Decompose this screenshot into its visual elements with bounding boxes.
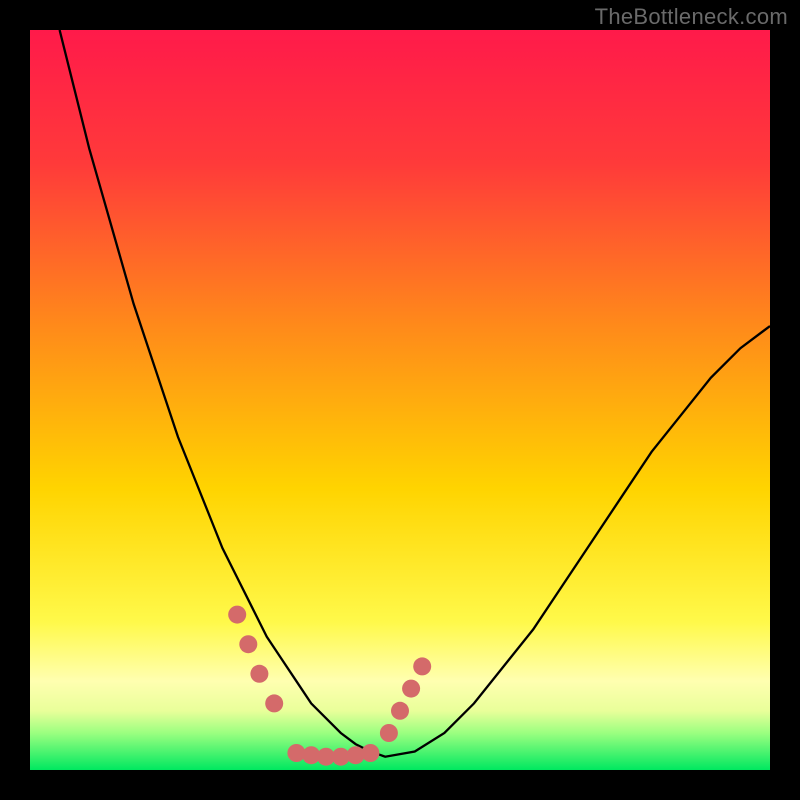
chart-area bbox=[30, 30, 770, 770]
marker-dot bbox=[391, 702, 409, 720]
marker-dot bbox=[361, 744, 379, 762]
marker-dot bbox=[413, 657, 431, 675]
marker-dot bbox=[402, 680, 420, 698]
bottleneck-chart bbox=[30, 30, 770, 770]
gradient-background bbox=[30, 30, 770, 770]
marker-dot bbox=[380, 724, 398, 742]
marker-dot bbox=[250, 665, 268, 683]
watermark: TheBottleneck.com bbox=[595, 4, 788, 30]
marker-dot bbox=[265, 694, 283, 712]
marker-dot bbox=[239, 635, 257, 653]
marker-dot bbox=[228, 606, 246, 624]
